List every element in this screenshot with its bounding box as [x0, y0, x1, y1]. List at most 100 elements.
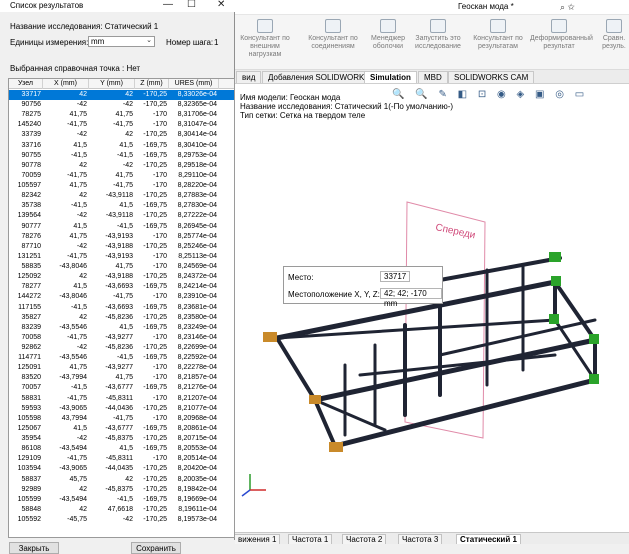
- frame-model[interactable]: Спереди: [255, 170, 625, 470]
- cell-y: -41,75: [113, 414, 133, 422]
- tab-solidworks-addins[interactable]: Добавления SOLIDWORKS: [262, 71, 376, 83]
- table-row[interactable]: 129109 -41,75 -45,8311 -170 8,20514e-04: [9, 454, 234, 464]
- tab-mbd[interactable]: MBD: [418, 71, 448, 83]
- table-row[interactable]: 70059 -41,75 41,75 -170 8,29110e-04: [9, 171, 234, 181]
- table-row[interactable]: 78276 41,75 -43,9193 -170 8,25774e-04: [9, 232, 234, 242]
- table-row[interactable]: 139564 -42 -43,9118 -170,25 8,27222e-04: [9, 211, 234, 221]
- view-toolbar[interactable]: 🔍 🔍 ✎ ◧ ⊡ ◉ ◈ ▣ ◎ ▭: [392, 89, 588, 100]
- table-row[interactable]: 86108 -43,5494 41,5 -169,75 8,20553e-04: [9, 444, 234, 454]
- table-row[interactable]: 92862 -42 -45,8236 -170,25 8,22699e-04: [9, 343, 234, 353]
- table-row[interactable]: 83520 -43,7994 41,75 -170 8,21857e-04: [9, 373, 234, 383]
- table-row[interactable]: 70058 -41,75 -43,9277 -170 8,23146e-04: [9, 333, 234, 343]
- column-header-x[interactable]: X (mm): [43, 79, 89, 89]
- minimize-icon[interactable]: —: [163, 0, 173, 10]
- cell-ures: 8,20514e-04: [177, 455, 217, 463]
- cell-y: -42: [122, 516, 133, 524]
- save-button[interactable]: Сохранить: [131, 542, 181, 554]
- results-table[interactable]: Узел X (mm) Y (mm) Z (mm) URES (mm) 3371…: [8, 78, 235, 538]
- probe-tooltip: Место: 33717 Местоположение X, Y, Z: 42;…: [283, 266, 443, 308]
- table-row[interactable]: 117155 -41,5 -43,6693 -169,75 8,23681e-04: [9, 303, 234, 313]
- table-row[interactable]: 105592 -45,75 -42 -170,25 8,19573e-04: [9, 515, 234, 525]
- table-row[interactable]: 114771 -43,5546 -41,5 -169,75 8,22592e-04: [9, 353, 234, 363]
- table-row[interactable]: 131251 -41,75 -43,9193 -170 8,25113e-04: [9, 252, 234, 262]
- table-row[interactable]: 58848 42 47,6618 -170,25 8,19611e-04: [9, 505, 234, 515]
- column-header-y[interactable]: Y (mm): [89, 79, 135, 89]
- cell-ures: 8,19669e-04: [177, 495, 217, 503]
- cell-ures: 8,21077e-04: [177, 404, 217, 412]
- cell-y: -43,9188: [105, 242, 133, 250]
- table-row[interactable]: 35738 -41,5 41,5 -169,75 8,27830e-04: [9, 201, 234, 211]
- column-header-z[interactable]: Z (mm): [135, 79, 169, 89]
- table-row[interactable]: 33739 -42 42 -170,25 8,30414e-04: [9, 130, 234, 140]
- tab-solidworks-cam[interactable]: SOLIDWORKS CAM: [448, 71, 535, 83]
- shell-manager-button[interactable]: Менеджер оболочки: [366, 19, 410, 51]
- maximize-icon[interactable]: ☐: [187, 0, 196, 10]
- table-row[interactable]: 92989 42 -45,8375 -170,25 8,19842e-04: [9, 485, 234, 495]
- table-row[interactable]: 144272 -43,8046 -41,75 -170 8,23910e-04: [9, 292, 234, 302]
- results-advisor-button[interactable]: Консультант по результатам: [470, 19, 526, 51]
- main-window-title: Геоскан мода *: [458, 2, 514, 11]
- table-row[interactable]: 58837 45,75 42 -170,25 8,20035e-04: [9, 475, 234, 485]
- cell-x: 41,75: [69, 232, 87, 240]
- tab-simulation[interactable]: Simulation: [364, 71, 417, 83]
- table-row[interactable]: 125091 41,75 -43,9277 -170 8,22278e-04: [9, 363, 234, 373]
- table-row[interactable]: 103594 -43,9065 -44,0435 -170,25 8,20420e-04: [9, 464, 234, 474]
- cell-node: 92989: [21, 485, 41, 493]
- cell-ures: 8,24372e-04: [177, 273, 217, 281]
- external-loads-advisor-button[interactable]: Консультант по внешним нагрузкам: [236, 19, 294, 59]
- cell-x: -43,8046: [59, 263, 87, 271]
- table-row[interactable]: 87710 -42 -43,9188 -170,25 8,25246e-04: [9, 242, 234, 252]
- table-row[interactable]: 90778 42 -42 -170,25 8,29518e-04: [9, 161, 234, 171]
- table-row[interactable]: 125067 41,5 -43,6777 -169,75 8,20861e-04: [9, 424, 234, 434]
- table-row[interactable]: 125092 42 -43,9188 -170,25 8,24372e-04: [9, 272, 234, 282]
- table-row[interactable]: 33717 42 42 -170,25 8,33026e-04: [9, 90, 234, 101]
- close-icon[interactable]: ✕: [217, 0, 225, 10]
- connection-icon: [325, 19, 341, 33]
- table-row[interactable]: 78275 41,75 41,75 -170 8,31706e-04: [9, 110, 234, 120]
- table-row[interactable]: 59593 -43,9065 -44,0436 -170,25 8,21077e-04: [9, 404, 234, 414]
- connections-advisor-button[interactable]: Консультант по соединениям: [304, 19, 362, 51]
- column-header-node[interactable]: Узел: [9, 79, 43, 89]
- deformed-result-button[interactable]: Деформированный результат: [530, 19, 593, 51]
- tab-view[interactable]: вид: [236, 71, 262, 83]
- cell-z: -170,25: [143, 404, 167, 412]
- table-row[interactable]: 35827 42 -45,8236 -170,25 8,23580e-04: [9, 313, 234, 323]
- cell-x: -43,9065: [59, 465, 87, 473]
- close-button[interactable]: Закрыть: [9, 542, 59, 554]
- cell-node: 78275: [21, 111, 41, 119]
- cell-x: -42: [76, 101, 87, 109]
- run-study-button[interactable]: Запустить это исследование: [412, 19, 464, 51]
- cell-y: -44,0435: [105, 465, 133, 473]
- run-icon: [430, 19, 446, 33]
- search-icon[interactable]: ⌕ ✩: [560, 2, 575, 13]
- table-row[interactable]: 145240 -41,75 -41,75 -170 8,31047e-04: [9, 120, 234, 130]
- table-row[interactable]: 90756 -42 -42 -170,25 8,32365e-04: [9, 100, 234, 110]
- compare-results-button[interactable]: Сравн. резуль.: [596, 19, 629, 51]
- table-row[interactable]: 83239 -43,5546 41,5 -169,75 8,23249e-04: [9, 323, 234, 333]
- cell-z: -170: [152, 121, 167, 129]
- table-row[interactable]: 33716 41,5 41,5 -169,75 8,30410e-04: [9, 141, 234, 151]
- mesh-type: Тип сетки: Сетка на твердом теле: [240, 111, 366, 120]
- table-row[interactable]: 70057 -41,5 -43,6777 -169,75 8,21276e-04: [9, 383, 234, 393]
- cell-x: -41,75: [67, 252, 87, 260]
- cell-node: 78276: [21, 232, 41, 240]
- cell-ures: 8,32365e-04: [177, 101, 217, 109]
- table-row[interactable]: 90755 -41,5 -41,5 -169,75 8,29753e-04: [9, 151, 234, 161]
- cell-node: 59593: [21, 404, 41, 412]
- table-row[interactable]: 35954 -42 -45,8375 -170,25 8,20715e-04: [9, 434, 234, 444]
- cell-x: 42: [79, 192, 87, 200]
- table-row[interactable]: 90777 41,5 -41,5 -169,75 8,26945e-04: [9, 222, 234, 232]
- table-row[interactable]: 105598 43,7994 -41,75 -170 8,20968e-04: [9, 414, 234, 424]
- units-select[interactable]: mm ⌄: [88, 36, 155, 47]
- column-header-ures[interactable]: URES (mm): [169, 79, 219, 89]
- table-row[interactable]: 58835 -43,8046 41,75 -170 8,24569e-04: [9, 262, 234, 272]
- cell-z: -170: [152, 364, 167, 372]
- table-row[interactable]: 105599 -43,5494 -41,5 -169,75 8,19669e-04: [9, 495, 234, 505]
- cell-x: -41,75: [67, 121, 87, 129]
- table-row[interactable]: 78277 41,5 -43,6693 -169,75 8,24214e-04: [9, 282, 234, 292]
- table-row[interactable]: 58831 -41,75 -45,8311 -170 8,21207e-04: [9, 394, 234, 404]
- table-row[interactable]: 105597 41,75 -41,75 -170 8,28220e-04: [9, 181, 234, 191]
- cell-z: -169,75: [143, 141, 167, 149]
- table-row[interactable]: 82342 42 -43,9118 -170,25 8,27883e-04: [9, 191, 234, 201]
- cell-x: -43,5546: [59, 354, 87, 362]
